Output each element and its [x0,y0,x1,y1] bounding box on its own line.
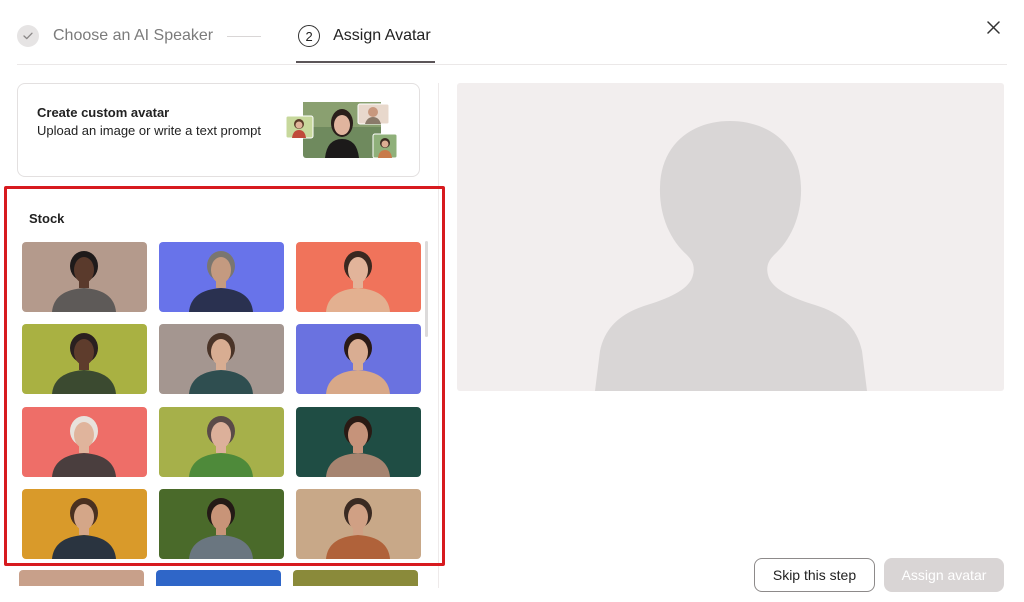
active-step-underline [296,61,435,63]
stock-avatar-thumbnail[interactable] [296,489,421,559]
custom-avatar-subtitle: Upload an image or write a text prompt [37,123,261,138]
custom-avatar-collage-image [285,102,398,159]
header-divider [17,64,1007,65]
stock-avatar-thumbnail[interactable] [22,489,147,559]
stock-avatar-thumbnail[interactable] [22,407,147,477]
stock-title: Stock [29,211,65,226]
stock-avatar-thumbnail[interactable] [159,489,284,559]
step-label: Choose an AI Speaker [53,27,214,44]
skip-step-button[interactable]: Skip this step [754,558,875,592]
step-choose-speaker[interactable]: Choose an AI Speaker [17,20,213,52]
close-button[interactable] [982,16,1004,38]
stock-avatar-thumbnail[interactable] [296,242,421,312]
stock-avatar-thumbnail[interactable] [296,324,421,394]
step-assign-avatar[interactable]: 2 Assign Avatar [296,20,435,63]
stock-avatars-panel: Stock [4,186,445,566]
check-icon [17,25,39,47]
stock-avatar-thumbnail[interactable] [22,324,147,394]
step-connector [227,36,262,37]
person-silhouette-icon [595,121,867,391]
stock-avatar-thumbnail[interactable] [293,570,418,586]
stock-avatar-thumbnail[interactable] [159,407,284,477]
stock-avatar-thumbnail[interactable] [22,242,147,312]
create-custom-avatar-card[interactable]: Create custom avatar Upload an image or … [17,83,420,177]
scrollbar[interactable] [425,241,428,337]
avatar-preview [457,83,1004,391]
close-icon [986,20,1000,34]
stock-avatar-thumbnail[interactable] [159,324,284,394]
custom-avatar-title: Create custom avatar [37,105,170,120]
stock-avatar-thumbnail[interactable] [296,407,421,477]
stepper: Choose an AI Speaker 2 Assign Avatar [17,20,435,64]
stock-avatar-thumbnail[interactable] [156,570,281,586]
stock-avatar-thumbnail[interactable] [19,570,144,586]
stock-avatar-thumbnail[interactable] [159,242,284,312]
step-label: Assign Avatar [333,27,431,44]
step-number: 2 [298,25,321,47]
assign-avatar-dialog: Choose an AI Speaker 2 Assign Avatar Cre… [0,0,1024,602]
assign-avatar-button[interactable]: Assign avatar [884,558,1004,592]
stock-grid-next-row [19,570,419,586]
